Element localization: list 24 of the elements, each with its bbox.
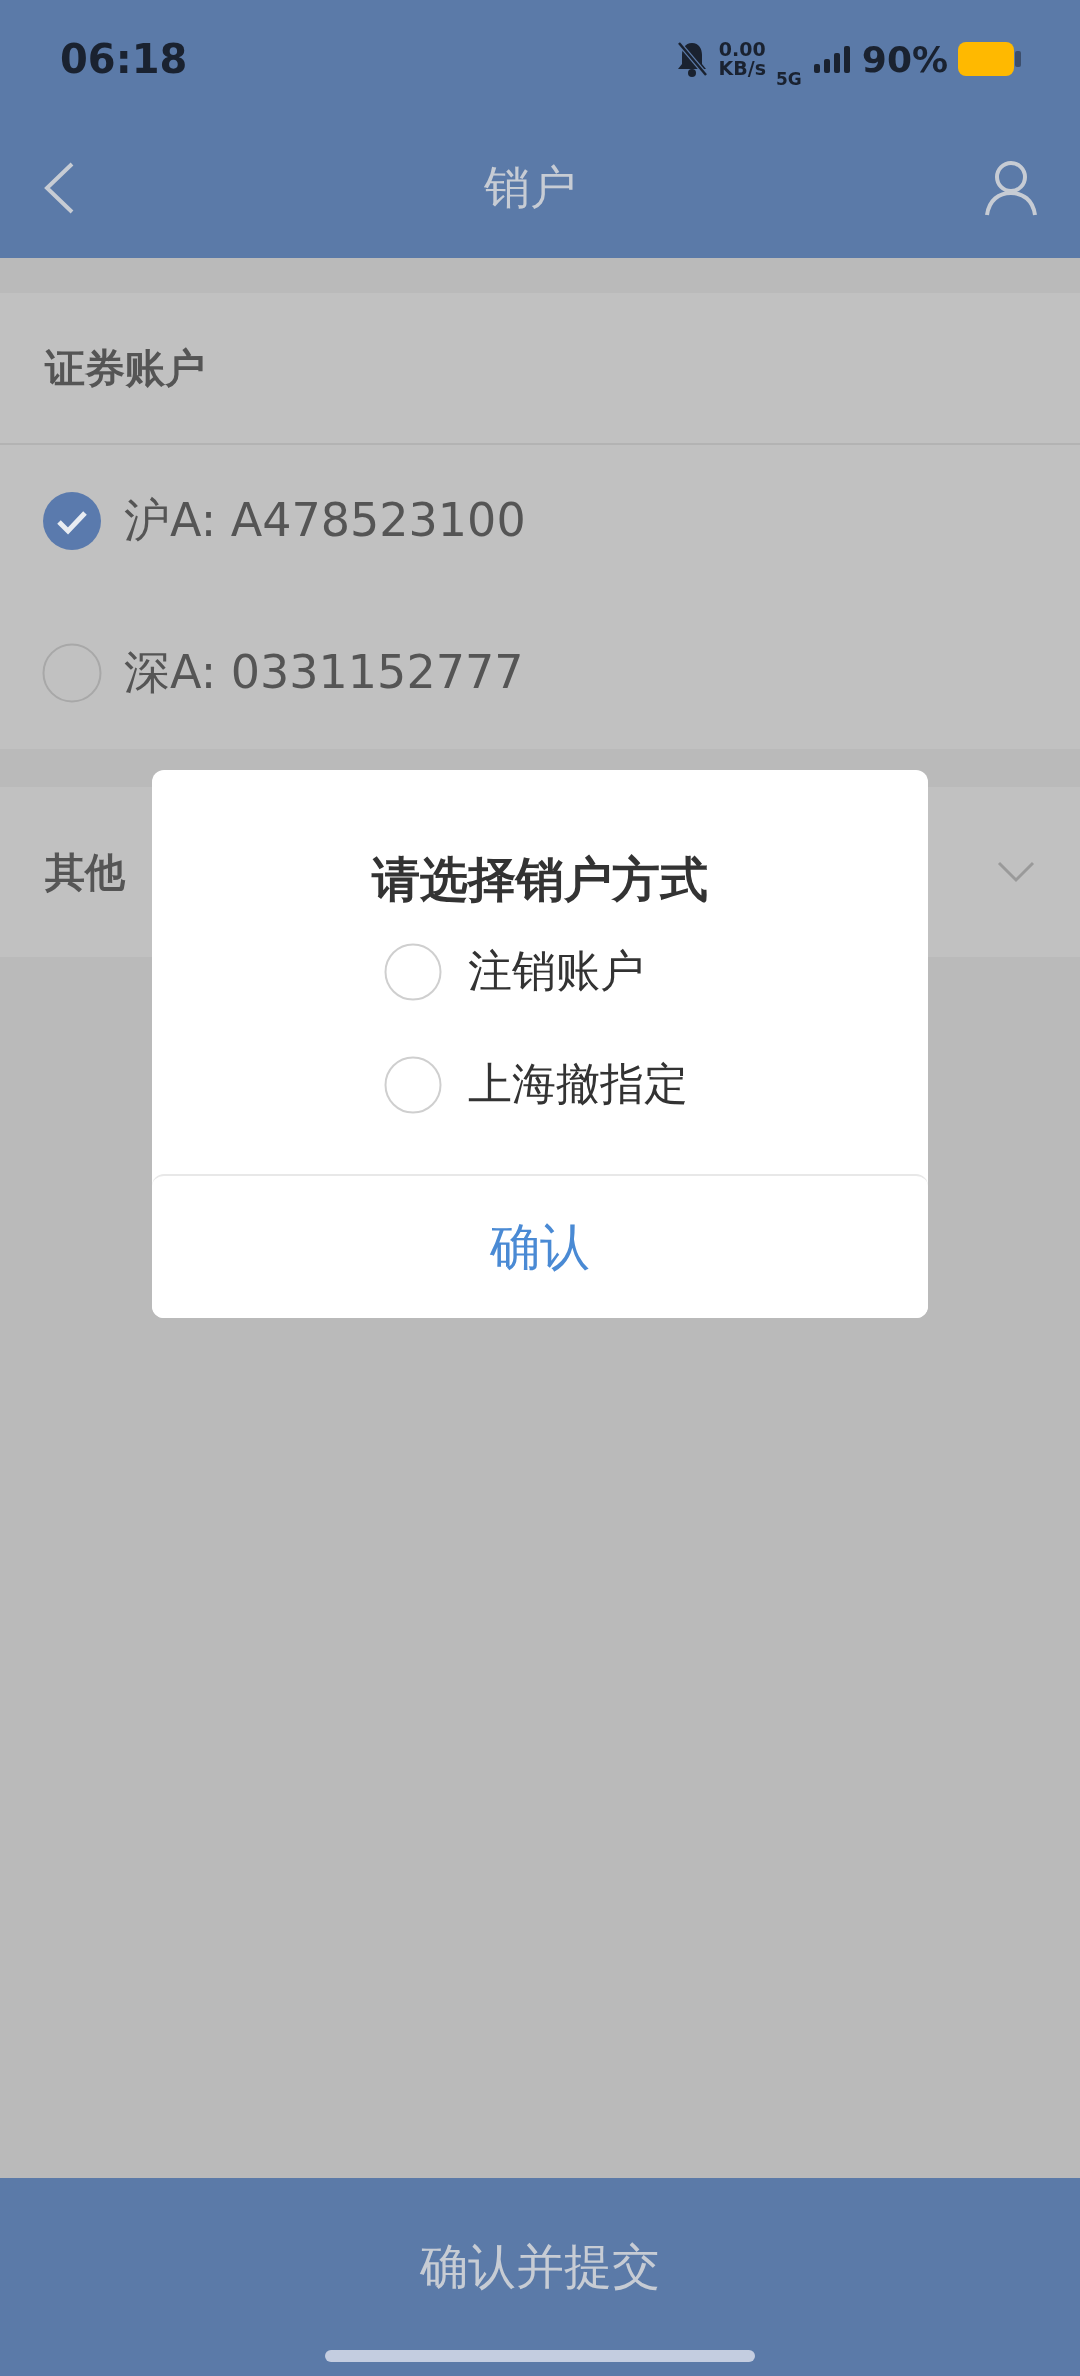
section-title: 证券账户 bbox=[45, 343, 205, 393]
net-speed: 0.00 bbox=[718, 40, 766, 59]
account-label: 沪A: A478523100 bbox=[124, 492, 526, 549]
radio-icon[interactable] bbox=[384, 942, 442, 1001]
status-time: 06:18 bbox=[60, 36, 188, 82]
section-title: 其他 bbox=[45, 847, 125, 897]
signal-icon bbox=[811, 44, 852, 74]
net-unit: KB/s bbox=[718, 59, 767, 78]
chevron-down-icon[interactable] bbox=[997, 861, 1035, 883]
network-type: 5G bbox=[776, 69, 802, 89]
radio-icon[interactable] bbox=[384, 1055, 442, 1114]
option-label[interactable]: 注销账户 bbox=[468, 942, 644, 1001]
page-title: 销户 bbox=[484, 159, 576, 216]
confirm-button[interactable]: 确认 bbox=[152, 1174, 928, 1318]
dialog-title: 请选择销户方式 bbox=[372, 850, 708, 909]
radio-icon[interactable] bbox=[42, 643, 102, 703]
battery-icon bbox=[958, 41, 1022, 77]
checked-radio-icon[interactable] bbox=[42, 491, 102, 551]
battery-percent: 90% bbox=[861, 38, 948, 80]
user-icon[interactable] bbox=[984, 160, 1038, 216]
account-label: 深A: 0331152777 bbox=[124, 644, 524, 701]
option-label[interactable]: 上海撤指定 bbox=[468, 1055, 688, 1114]
home-indicator[interactable] bbox=[325, 2350, 755, 2362]
back-icon[interactable] bbox=[42, 161, 76, 215]
